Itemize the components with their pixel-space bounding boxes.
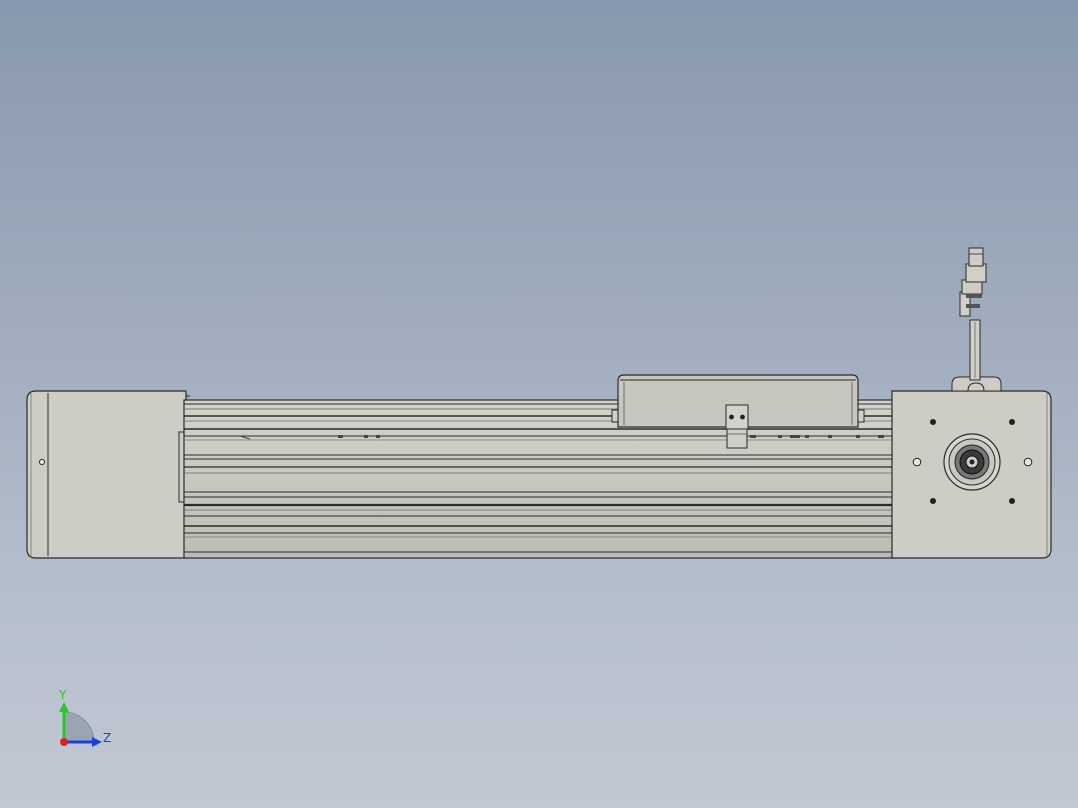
actuator-model[interactable]: [0, 0, 1078, 808]
coordinate-triad: Y Z: [48, 684, 120, 754]
z-axis-label: Z: [103, 731, 112, 745]
triad-plane: [63, 711, 95, 743]
motor-end-block[interactable]: [891, 376, 1052, 559]
x-axis-dot: [60, 738, 68, 746]
graphics-viewport[interactable]: Y Z: [0, 0, 1078, 808]
cable-connector[interactable]: [959, 247, 987, 381]
left-end-cap[interactable]: [26, 390, 190, 559]
y-axis-label: Y: [59, 688, 67, 702]
z-arrowhead: [92, 737, 102, 747]
y-arrowhead: [59, 702, 69, 712]
